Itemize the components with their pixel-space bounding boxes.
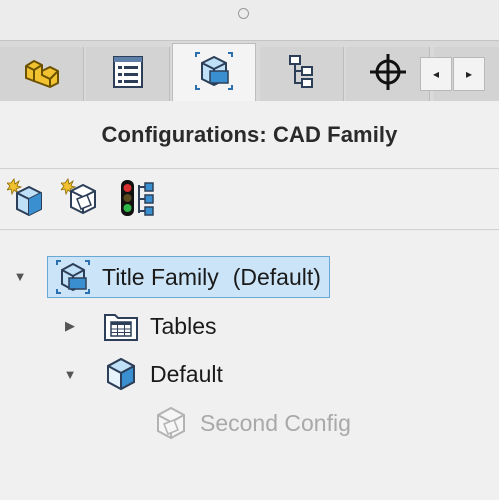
chevron-left-icon: ◂ xyxy=(432,67,440,81)
tab-feature-manager[interactable] xyxy=(0,47,84,102)
configuration-tree: ▼ Title Family (Default) ▶ Tables ▼ Defa… xyxy=(0,231,499,500)
dimxpert-tree-icon xyxy=(282,52,322,97)
tables-folder-icon xyxy=(102,307,140,345)
expand-root-toggle[interactable]: ▼ xyxy=(12,268,28,284)
tree-node-tables[interactable]: Tables xyxy=(102,306,216,346)
add-configuration-button[interactable] xyxy=(6,177,50,224)
configuration-toolbar xyxy=(0,170,499,230)
expand-default-toggle[interactable]: ▼ xyxy=(62,366,78,382)
tree-node-label: Tables xyxy=(150,312,217,339)
tab-scroll-left-button[interactable]: ◂ xyxy=(420,57,452,91)
configuration-icon xyxy=(192,49,236,98)
tab-configuration-manager[interactable] xyxy=(172,43,256,103)
configuration-family-icon xyxy=(54,258,92,296)
tab-dimxpert-manager[interactable] xyxy=(260,47,344,102)
part-icon xyxy=(20,52,64,97)
manager-tab-strip: ◂ ▸ xyxy=(0,40,499,103)
derived-configuration-icon xyxy=(60,177,103,224)
panel-grip-handle[interactable] xyxy=(238,8,249,19)
page-title: Configurations: CAD Family xyxy=(101,121,398,147)
tree-node-label: Second Config xyxy=(200,409,351,436)
configuration-publisher-button[interactable] xyxy=(114,178,158,222)
configuration-icon xyxy=(102,355,140,393)
crosshair-icon xyxy=(366,50,410,99)
traffic-light-tree-icon xyxy=(115,177,157,224)
tree-node-label: Default xyxy=(150,360,223,387)
add-derived-configuration-button[interactable] xyxy=(60,177,104,224)
expand-tables-toggle[interactable]: ▶ xyxy=(62,318,78,334)
tree-node-title-family[interactable]: Title Family (Default) xyxy=(47,256,330,298)
tab-property-manager[interactable] xyxy=(86,47,170,102)
chevron-down-icon: ▼ xyxy=(13,268,27,284)
tab-scroll-right-button[interactable]: ▸ xyxy=(453,57,485,91)
tree-node-default[interactable]: Default xyxy=(102,354,223,394)
new-configuration-icon xyxy=(6,177,49,224)
tab-display-manager[interactable] xyxy=(346,47,430,102)
chevron-down-icon: ▼ xyxy=(63,366,77,382)
chevron-right-icon: ▸ xyxy=(465,67,473,81)
chevron-right-icon: ▶ xyxy=(65,318,75,333)
tree-node-default-suffix: (Default) xyxy=(232,263,321,290)
panel-header: Configurations: CAD Family xyxy=(0,101,499,169)
derived-configuration-icon xyxy=(152,404,190,442)
tree-node-label: Title Family xyxy=(102,263,219,290)
property-sheet-icon xyxy=(108,52,148,97)
tree-node-second-config[interactable]: Second Config xyxy=(152,403,351,443)
